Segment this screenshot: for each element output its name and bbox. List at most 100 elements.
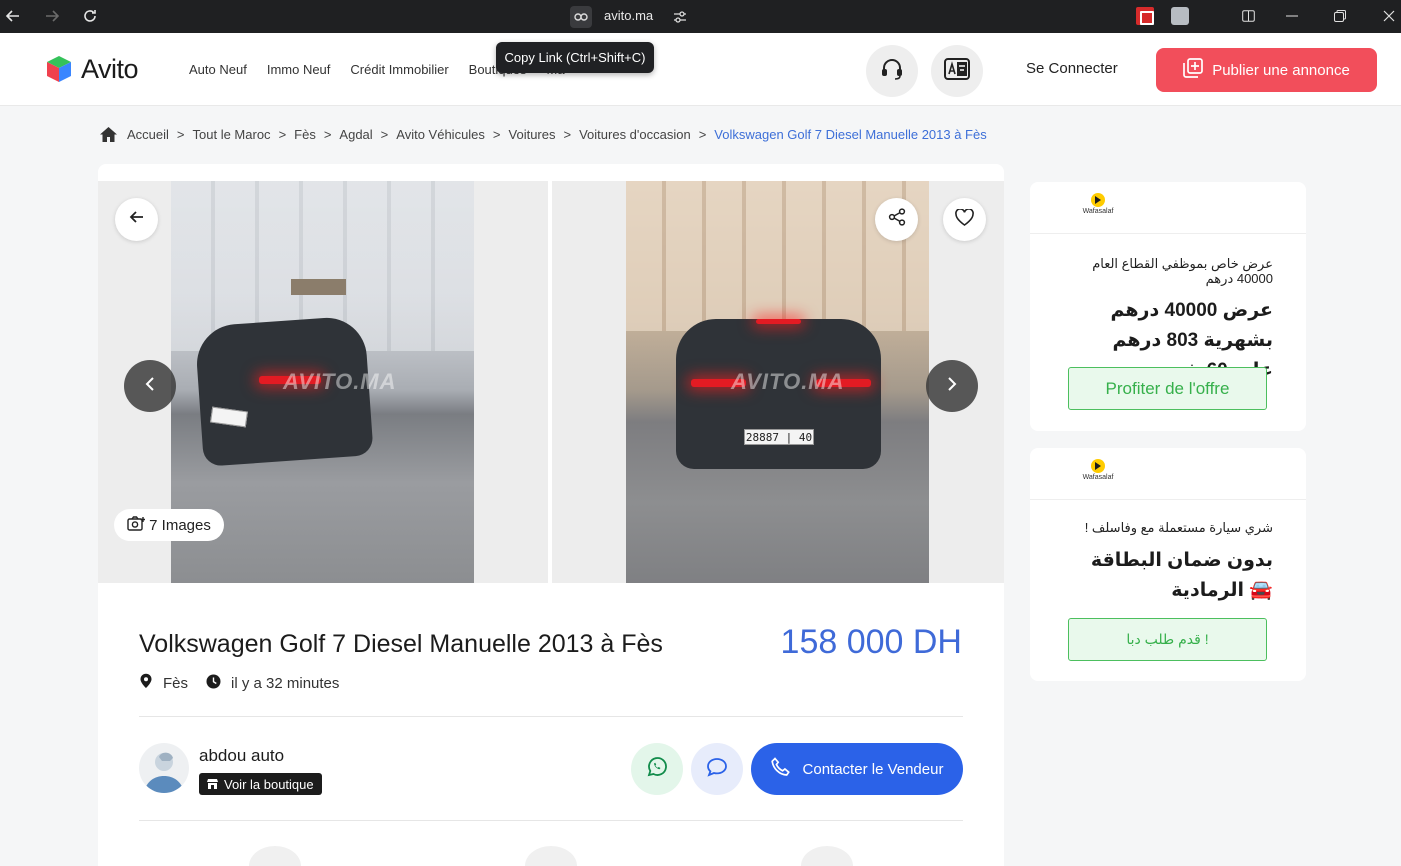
share-button[interactable]	[875, 198, 918, 241]
back-button[interactable]	[115, 198, 158, 241]
breadcrumb-avito-vehicules[interactable]: Avito Véhicules	[396, 127, 485, 142]
location-text: Fès	[163, 674, 189, 692]
chat-button[interactable]	[691, 743, 743, 795]
avito-cube-icon	[44, 54, 74, 84]
url-text: avito.ma	[604, 8, 654, 23]
store-icon	[207, 777, 218, 792]
watermark: AVITO.MA	[283, 369, 397, 394]
view-shop-label: Voir la boutique	[224, 776, 314, 792]
view-shop-button[interactable]: Voir la boutique	[199, 773, 322, 795]
clock-icon	[206, 674, 221, 693]
forward-arrow-icon[interactable]	[43, 7, 61, 25]
close-icon[interactable]	[1380, 7, 1398, 25]
car-photo-2[interactable]: 28887 | 40 AVITO.MA	[626, 181, 929, 583]
translate-icon	[944, 57, 970, 85]
site-header: Avito Auto Neuf Immo Neuf Crédit Immobil…	[0, 33, 1401, 106]
breadcrumb-separator: >	[323, 127, 332, 142]
breadcrumb: Accueil > Tout le Maroc > Fès > Agdal > …	[100, 127, 987, 142]
seller-name[interactable]: abdou auto	[199, 746, 284, 766]
home-icon[interactable]	[100, 127, 117, 142]
ad-cta-button[interactable]: قدم طلب دبا !	[1068, 618, 1267, 661]
publish-ad-button[interactable]: Publier une annonce	[1156, 48, 1377, 92]
login-link[interactable]: Se Connecter	[1026, 60, 1118, 77]
contact-seller-button[interactable]: Contacter le Vendeur	[751, 743, 963, 795]
extension-icon[interactable]	[1171, 7, 1189, 25]
section-divider	[139, 716, 963, 717]
nav-credit-immobilier[interactable]: Crédit Immobilier	[350, 62, 448, 77]
image-count-badge[interactable]: 7 Images	[114, 509, 224, 541]
reload-icon[interactable]	[81, 7, 99, 25]
sponsored-ad-2[interactable]: Wafasalaf شري سيارة مستعملة مع وفاسلف ! …	[1030, 448, 1306, 681]
feature-icon	[525, 846, 577, 866]
chat-bubble-icon	[706, 757, 728, 782]
link-icon[interactable]	[570, 6, 592, 28]
breadcrumb-voitures-occasion[interactable]: Voitures d'occasion	[579, 127, 691, 142]
seller-avatar[interactable]	[139, 743, 189, 793]
image-gallery: AVITO.MA 28887 | 40 AVITO.MA 7 Images	[98, 181, 1004, 583]
back-arrow-icon[interactable]	[4, 7, 22, 25]
arrow-left-icon	[129, 209, 145, 230]
breadcrumb-fes[interactable]: Fès	[294, 127, 316, 142]
headset-icon	[879, 56, 905, 87]
section-divider	[139, 820, 963, 821]
nav-auto-neuf[interactable]: Auto Neuf	[189, 62, 247, 77]
wafasalaf-logo-icon	[1090, 458, 1106, 474]
chevron-left-icon	[145, 376, 155, 396]
listing-posted-time: il y a 32 minutes	[206, 674, 339, 693]
restore-icon[interactable]	[1331, 7, 1349, 25]
add-ad-icon	[1183, 58, 1204, 82]
brake-light	[756, 319, 801, 324]
location-pin-icon	[139, 673, 153, 693]
site-settings-icon[interactable]	[670, 7, 690, 27]
image-count-label: 7 Images	[149, 516, 211, 534]
sidebar-toggle-icon[interactable]	[1239, 7, 1257, 25]
watermark: AVITO.MA	[731, 369, 845, 394]
breadcrumb-tout-le-maroc[interactable]: Tout le Maroc	[193, 127, 271, 142]
breadcrumb-separator: >	[278, 127, 287, 142]
gallery-divider	[548, 181, 552, 583]
ad-subtitle: عرض خاص بموظفي القطاع العام 40000 درهم	[1092, 256, 1273, 286]
breadcrumb-agdal[interactable]: Agdal	[339, 127, 372, 142]
ad-cta-button[interactable]: Profiter de l'offre	[1068, 367, 1267, 410]
ad-header: Wafasalaf	[1030, 448, 1306, 500]
listing-location: Fès	[139, 673, 188, 693]
address-bar[interactable]: avito.ma	[566, 4, 692, 29]
language-button[interactable]	[931, 45, 983, 97]
ad-subtitle: شري سيارة مستعملة مع وفاسلف !	[1084, 520, 1273, 535]
whatsapp-icon	[646, 756, 668, 783]
listing-meta: Fès il y a 32 minutes	[139, 673, 357, 693]
breadcrumb-separator: >	[698, 127, 707, 142]
breadcrumb-voitures[interactable]: Voitures	[509, 127, 556, 142]
nav-immo-neuf[interactable]: Immo Neuf	[267, 62, 331, 77]
publish-ad-label: Publier une annonce	[1212, 61, 1350, 79]
avito-logo[interactable]: Avito	[44, 53, 139, 85]
ad-brand-name: Wafasalaf	[1082, 474, 1114, 481]
breadcrumb-separator: >	[563, 127, 572, 142]
phone-icon	[770, 757, 791, 781]
breadcrumb-separator: >	[176, 127, 185, 142]
listing-card: AVITO.MA 28887 | 40 AVITO.MA 7 Images Vo…	[98, 164, 1004, 866]
ad-headline: بدون ضمان البطاقة 🚘 الرمادية	[1090, 550, 1273, 601]
favorite-button[interactable]	[943, 198, 986, 241]
listing-price: 158 000 DH	[780, 623, 962, 661]
next-image-button[interactable]	[926, 360, 978, 412]
breadcrumb-accueil[interactable]: Accueil	[127, 127, 169, 142]
browser-toolbar: avito.ma	[0, 0, 1401, 33]
minimize-icon[interactable]	[1283, 7, 1301, 25]
wafasalaf-logo: Wafasalaf	[1078, 458, 1118, 482]
ad-header: Wafasalaf	[1030, 182, 1306, 234]
whatsapp-button[interactable]	[631, 743, 683, 795]
contact-seller-label: Contacter le Vendeur	[802, 760, 944, 778]
wafasalaf-logo: Wafasalaf	[1078, 192, 1118, 216]
posted-time-text: il y a 32 minutes	[231, 674, 340, 692]
chevron-right-icon	[947, 376, 957, 396]
logo-text: Avito	[81, 53, 139, 84]
photos-icon	[127, 515, 146, 535]
extension-icon[interactable]	[1136, 7, 1154, 25]
share-icon	[888, 208, 906, 231]
sponsored-ad-1[interactable]: Wafasalaf عرض خاص بموظفي القطاع العام 40…	[1030, 182, 1306, 431]
feature-icon	[801, 846, 853, 866]
support-button[interactable]	[866, 45, 918, 97]
wafasalaf-logo-icon	[1090, 192, 1106, 208]
previous-image-button[interactable]	[124, 360, 176, 412]
